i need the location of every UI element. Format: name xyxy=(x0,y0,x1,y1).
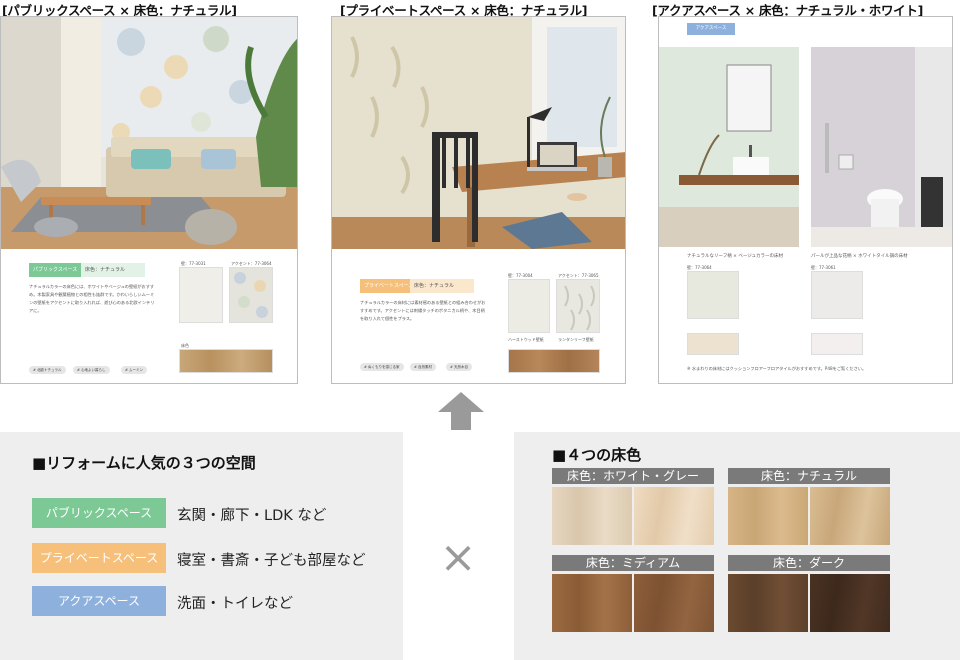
public-text: ナチュラルカラーの床色には、ホワイトやベージュの壁紙がおすすめ。木製家具や観葉植… xyxy=(29,284,155,313)
private-floor-swatch xyxy=(508,349,600,373)
caption-public: [パブリックスペース × 床色：ナチュラル] xyxy=(2,3,237,18)
floor-head-dark: 床色：ダーク xyxy=(728,555,890,571)
floor-swatch-natural-2 xyxy=(810,487,890,545)
floor-swatch-white-gray-1 xyxy=(552,487,632,545)
aqua-badge: アクアスペース xyxy=(687,23,735,35)
spaces-title: ■リフォームに人気の３つの空間 xyxy=(32,454,256,472)
aqua-wall-swatch-1 xyxy=(687,271,739,319)
space-desc-public: 玄関・廊下・LDK など xyxy=(177,508,327,524)
public-tag: # 心地よい暮らし xyxy=(73,366,110,374)
floors-title: ■４つの床色 xyxy=(552,446,642,464)
private-label: プライベートスペース xyxy=(360,279,413,293)
private-text: ナチュラルカラーの床材には素材感のある壁紙との組み合わせがおすすめです。アクセン… xyxy=(360,300,486,321)
floor-head-white-gray: 床色：ホワイト・グレー xyxy=(552,468,714,484)
study-room-photo xyxy=(332,17,625,249)
floor-head-natural: 床色：ナチュラル xyxy=(728,468,890,484)
caption-private: [プライベートスペース × 床色：ナチュラル] xyxy=(340,3,588,18)
aqua-caption2: パールが上品な花柄 × ホワイトタイル調の床材 xyxy=(811,254,908,259)
private-tag: # ぬくもりを感じる家 xyxy=(360,363,404,371)
floor-head-medium: 床色：ミディアム xyxy=(552,555,714,571)
aqua-caption1: ナチュラルなリーフ柄 × ベージュカラーの床材 xyxy=(687,254,783,259)
washroom-photo xyxy=(659,47,799,247)
aqua-wall-swatch-2 xyxy=(811,271,863,319)
aqua-note: ※ 水まわりの床材にはクッションフロアーフロアタイルがおすすめです。P48をご覧… xyxy=(687,366,867,371)
public-tag: # ムーミン xyxy=(121,366,148,374)
public-tag: # 北欧ナチュラル xyxy=(29,366,66,374)
private-name2: ランタンリーフ壁紙 xyxy=(558,337,594,342)
private-space-page: プライベートスペース 床色：ナチュラル ナチュラルカラーの床材には素材感のある壁… xyxy=(331,16,626,384)
floor-swatch-natural-1 xyxy=(728,487,808,545)
space-desc-private: 寝室・書斎・子ども部屋など xyxy=(177,553,366,569)
floors-box: ■４つの床色 床色：ホワイト・グレー 床色：ナチュラル 床色：ミディアム 床色：… xyxy=(514,432,960,660)
private-tag: # 自然素材 xyxy=(410,363,437,371)
toilet-photo xyxy=(811,47,952,247)
spaces-box: ■リフォームに人気の３つの空間 パブリックスペース 玄関・廊下・LDK など プ… xyxy=(0,432,403,660)
floor-swatch-dark-1 xyxy=(728,574,808,632)
space-label-aqua: アクアスペース xyxy=(32,586,166,616)
aqua-floor-swatch-1 xyxy=(687,333,739,355)
public-label: パブリックスペース xyxy=(29,263,81,277)
arrow-up-icon xyxy=(438,392,484,430)
floor-swatch-medium-2 xyxy=(634,574,714,632)
space-desc-aqua: 洗面・トイレなど xyxy=(177,596,293,612)
public-wall-swatch xyxy=(179,267,223,323)
times-symbol: × xyxy=(439,532,477,583)
public-sublabel: 床色：ナチュラル xyxy=(81,263,145,277)
public-accent-swatch xyxy=(229,267,273,323)
space-label-private: プライベートスペース xyxy=(32,543,166,573)
space-label-public: パブリックスペース xyxy=(32,498,166,528)
public-space-page: パブリックスペース 床色：ナチュラル ナチュラルカラーの床色には、ホワイトやベー… xyxy=(0,16,298,384)
private-wall-swatch xyxy=(508,279,550,333)
aqua-space-page: アクアスペース ナチュラルなリーフ柄 × ベージュカラーの床材 パールが上品な花… xyxy=(658,16,953,384)
private-sublabel: 床色：ナチュラル xyxy=(410,279,474,293)
living-room-photo xyxy=(1,17,297,249)
caption-aqua: [アクアスペース × 床色：ナチュラル・ホワイト] xyxy=(652,3,923,18)
floor-swatch-white-gray-2 xyxy=(634,487,714,545)
floor-swatch-medium-1 xyxy=(552,574,632,632)
private-tag: # 天然木目 xyxy=(446,363,473,371)
private-name1: ハーストウッド壁紙 xyxy=(508,337,544,342)
floor-swatch-dark-2 xyxy=(810,574,890,632)
public-floor-swatch xyxy=(179,349,273,373)
private-accent-swatch xyxy=(556,279,600,333)
aqua-floor-swatch-2 xyxy=(811,333,863,355)
